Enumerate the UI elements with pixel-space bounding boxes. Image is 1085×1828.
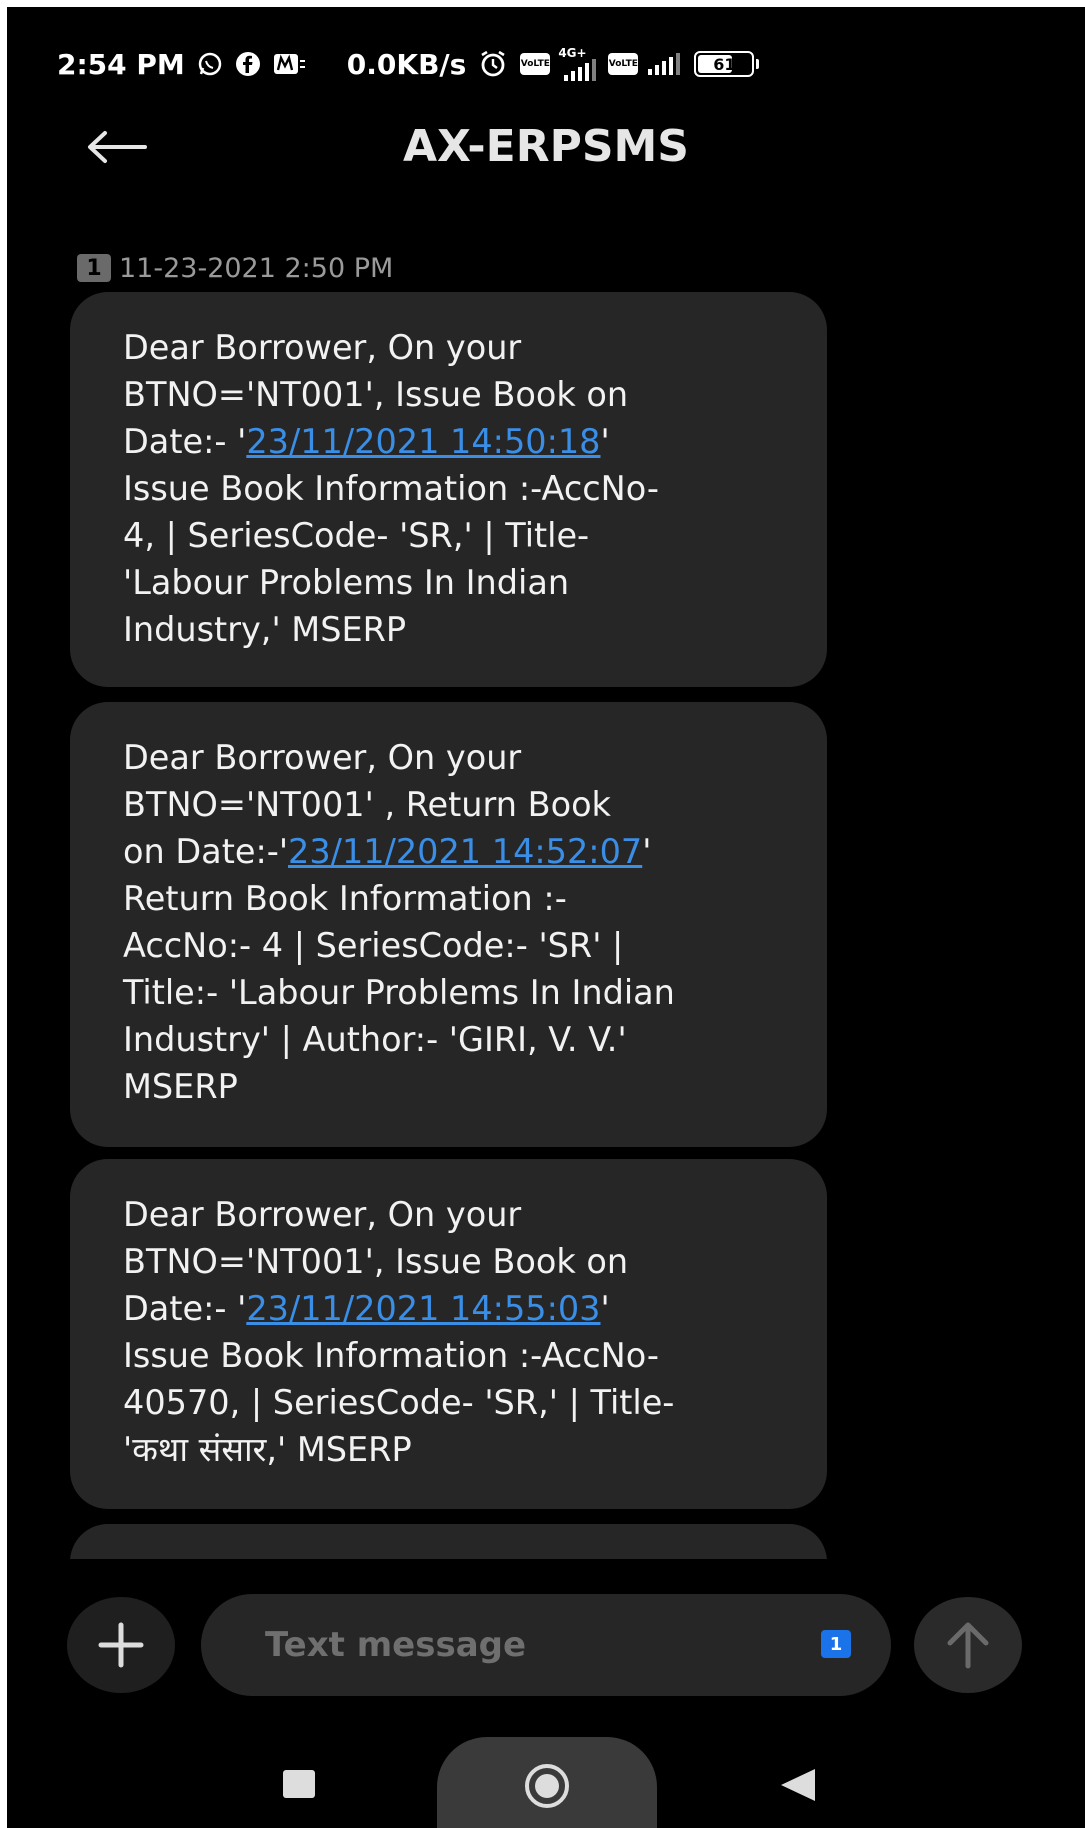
message-text: ' Return Book Information :- AccNo:- 4 |…: [123, 832, 675, 1106]
alarm-icon: [478, 49, 508, 79]
message-input[interactable]: [263, 1624, 787, 1666]
send-button[interactable]: [914, 1597, 1022, 1693]
add-attachment-button[interactable]: [67, 1597, 175, 1693]
message-list[interactable]: 1 11-23-2021 2:50 PM Dear Borrower, On y…: [7, 237, 1085, 1559]
date-link[interactable]: 23/11/2021 14:55:03: [246, 1289, 600, 1328]
signal-icon-2: [648, 53, 681, 75]
network-type: 4G+: [558, 46, 587, 60]
battery-icon: 61: [694, 51, 760, 77]
status-bar: 2:54 PM 0.0KB/s VoLTE 4G+ VoLTE 61: [57, 43, 1085, 85]
back-button[interactable]: [77, 117, 157, 177]
conversation-title: AX-ERPSMS: [403, 121, 689, 172]
m-app-icon: [273, 51, 307, 77]
volte-icon-2: VoLTE: [608, 53, 639, 75]
signal-icon: 4G+: [558, 46, 597, 81]
status-time: 2:54 PM: [57, 47, 185, 81]
recents-square-icon[interactable]: [283, 1770, 315, 1798]
arrow-left-icon: [88, 131, 147, 163]
date-link[interactable]: 23/11/2021 14:50:18: [246, 422, 600, 461]
message-timestamp: 1 11-23-2021 2:50 PM: [77, 250, 393, 286]
home-circle-icon: [525, 1764, 569, 1808]
sim-select-button[interactable]: 1: [821, 1630, 851, 1658]
messaging-screen: 2:54 PM 0.0KB/s VoLTE 4G+ VoLTE 61 AX-ER…: [7, 7, 1085, 1828]
whatsapp-icon: [197, 51, 223, 77]
message-bubble[interactable]: Dear Borrower, On your BTNO='NT001', Iss…: [70, 1159, 827, 1509]
message-input-container[interactable]: 1: [201, 1594, 891, 1696]
sim-badge: 1: [77, 254, 111, 282]
facebook-icon: [235, 51, 261, 77]
date-link[interactable]: 23/11/2021 14:52:07: [288, 832, 642, 871]
arrow-up-icon: [947, 1622, 989, 1669]
timestamp-text: 11-23-2021 2:50 PM: [119, 252, 394, 284]
volte-icon: VoLTE: [520, 53, 551, 75]
network-speed: 0.0KB/s: [346, 47, 467, 81]
back-triangle-icon[interactable]: [777, 1767, 817, 1803]
plus-icon: [98, 1622, 144, 1668]
message-bubble[interactable]: Dear Borrower, On your BTNO='NT001' , Re…: [70, 702, 827, 1147]
home-button[interactable]: [437, 1737, 657, 1828]
message-bubble-partial[interactable]: [70, 1524, 827, 1559]
message-bubble[interactable]: Dear Borrower, On your BTNO='NT001', Iss…: [70, 292, 827, 687]
battery-level: 61: [713, 54, 736, 74]
